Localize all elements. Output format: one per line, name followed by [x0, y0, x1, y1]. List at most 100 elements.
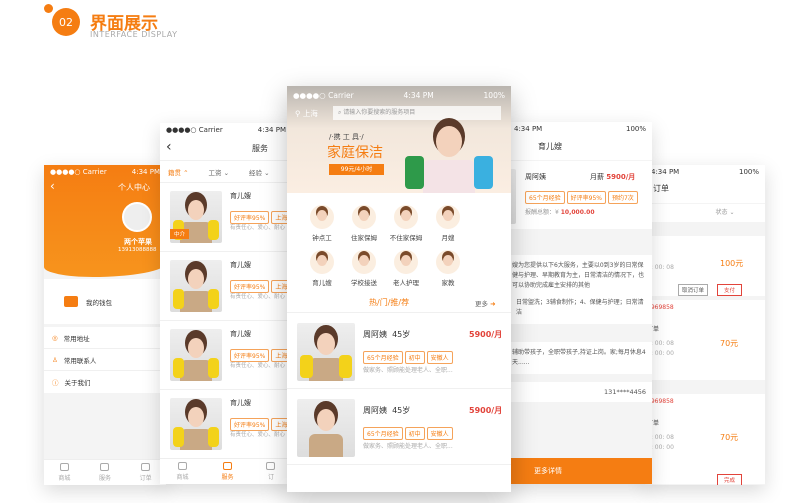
menu-label: 常用地址 [63, 334, 90, 343]
tab-label: 订单 [139, 475, 152, 482]
status-filter[interactable]: 状态 ⌄ [645, 204, 765, 222]
section-title: 热/门/推/荐 [369, 298, 410, 307]
category-label: 育儿嫂 [312, 279, 332, 287]
total: 报酬总额：¥ 10,000.00 [525, 207, 595, 216]
section-subtitle: INTERFACE DISPLAY [90, 30, 178, 39]
tab-mall[interactable]: 商城 [58, 463, 70, 482]
more-label: 更多 [475, 300, 488, 308]
complete-button[interactable]: 完成 [717, 474, 743, 485]
category-icon [436, 250, 460, 274]
location-icon: ◎ [52, 333, 58, 342]
orders-screen: 4:34 PM 100% 订单 状态 ⌄ 8: 00: 08 100元 取消订单 … [645, 165, 765, 485]
more-details-button[interactable]: 更多详情 [508, 458, 652, 484]
name: 周阿姨 [363, 406, 387, 415]
service-list-screen: ●●●●○ Carrier 4:34 PM ‹ 服务 籍贯 ⌃ 工资 ⌄ 经验 ⌄… [160, 123, 292, 484]
back-icon[interactable]: ‹ [166, 139, 172, 155]
tab-service[interactable]: 服务 [99, 463, 111, 482]
worker-price: 5900/月 [469, 406, 503, 415]
category-label: 学校接送 [351, 279, 377, 287]
name: 周阿姨 [363, 330, 387, 339]
screen-title: 服务 [252, 144, 268, 153]
home-screen: ●●●●○ Carrier 4:34 PM 100% ⚲ 上海 ⌕ 请输入你要搜索的… [287, 86, 511, 492]
category-item[interactable]: 住家保姆 [343, 205, 385, 242]
tab-orders[interactable]: 订 [266, 462, 276, 481]
order-item[interactable]: 8: 00: 08 100元 取消订单 支付 [645, 236, 765, 296]
order-item[interactable]: 6969858 订单 8: 00: 08 0: 00: 00 70元 [645, 300, 765, 380]
list-item[interactable]: 育儿嫂 好评率95% 上海 有责任心、爱心、耐心 [160, 321, 292, 390]
tab-orders[interactable]: 订单 [140, 463, 152, 482]
list-item[interactable]: 育儿嫂 好评率95% 上海 有责任心、爱心、耐心 [160, 390, 292, 459]
wallet-button[interactable]: 我的钱包 [44, 279, 166, 324]
worker-photo [170, 260, 222, 312]
contact-phone: 131****4456 [508, 382, 652, 403]
filter-origin[interactable]: 籍贯 ⌃ [168, 167, 189, 177]
nanny-detail-screen: 4:34 PM 100% 育儿嫂 周阿姨 月薪 5900/月 65个月经验 好评率9… [508, 122, 652, 484]
category-label: 月嫂 [441, 234, 455, 242]
time: 4:34 PM [514, 125, 543, 133]
worker-photo [170, 398, 222, 450]
order-price: 70元 [720, 339, 739, 348]
category-item[interactable]: 钟点工 [301, 205, 343, 242]
home-icon [177, 462, 187, 470]
back-icon[interactable]: ‹ [50, 179, 55, 193]
filter-experience[interactable]: 经验 ⌄ [249, 167, 270, 177]
screen-title: 订单 [653, 184, 669, 193]
order-price: 70元 [720, 433, 739, 442]
list-item[interactable]: 中介 育儿嫂 好评率95% 上海 有责任心、爱心、耐心 [160, 183, 292, 252]
time: 4:34 PM [403, 90, 434, 100]
menu-label: 关于我们 [64, 379, 91, 387]
tag: 安徽人 [426, 351, 453, 364]
pay-button[interactable]: 支付 [717, 284, 743, 296]
category-icon [436, 205, 460, 229]
age: 45岁 [392, 406, 411, 415]
menu-contacts[interactable]: ♙ 常用联系人 [44, 349, 166, 371]
tab-bar: 商城 服务 订 [160, 458, 292, 484]
worker-title: 育儿嫂 [230, 399, 251, 407]
tags: 65个月经验 初中 安徽人 [363, 421, 455, 440]
cancel-order-button[interactable]: 取消订单 [678, 284, 709, 296]
category-label: 钟点工 [312, 234, 332, 242]
city-selector[interactable]: ⚲ 上海 [295, 108, 318, 119]
avatar[interactable] [122, 202, 152, 232]
worker-card[interactable]: 周阿姨 45岁 5900/月 65个月经验 初中 安徽人 做家务、照顾能处理老人、全… [287, 313, 511, 389]
menu-about[interactable]: ⓘ 关于我们 [44, 371, 166, 393]
order-item[interactable]: 6969858 订单 8: 00: 08 0: 00: 00 70元 完成 [645, 394, 765, 485]
worker-price: 5900/月 [469, 330, 503, 339]
category-icon [394, 205, 418, 229]
category-item[interactable]: 老人护理 [385, 250, 427, 287]
category-item[interactable]: 月嫂 [427, 205, 469, 242]
worker-desc: 有责任心、爱心、耐心 [230, 294, 286, 300]
category-label: 家教 [441, 279, 455, 287]
service-description: 嫂为您提供以下6大服务，主要以0到3岁的日常保健与护理、早期教育为主，日常清洁的… [512, 262, 645, 290]
person-icon: ♙ [52, 355, 58, 364]
category-item[interactable]: 育儿嫂 [301, 250, 343, 287]
grid-icon [100, 463, 110, 471]
worker-desc: 有责任心、爱心、耐心 [230, 363, 286, 369]
filter-salary[interactable]: 工资 ⌄ [209, 167, 230, 177]
category-item[interactable]: 学校接送 [343, 250, 385, 287]
menu-address[interactable]: ◎ 常用地址 [44, 327, 166, 349]
time: 4:34 PM [257, 126, 286, 134]
tab-service[interactable]: 服务 [221, 462, 234, 481]
tab-bar: 商城 服务 订单 [44, 459, 166, 485]
tab-label: 服务 [98, 475, 111, 482]
tag: 安徽人 [426, 427, 453, 440]
home-icon [59, 463, 69, 471]
list-item[interactable]: 育儿嫂 好评率95% 上海 有责任心、爱心、耐心 [160, 252, 292, 321]
more-link[interactable]: 更多 ➜ [475, 298, 496, 308]
user-name: 两个苹果 [124, 238, 152, 246]
user-phone: 13913088888 [118, 247, 157, 253]
tag: 预约7次 [607, 191, 638, 204]
wallet-label: 我的钱包 [86, 298, 112, 307]
tab-mall[interactable]: 商城 [176, 462, 189, 481]
battery: 100% [625, 125, 646, 133]
salary-value: 5900/月 [606, 173, 636, 181]
wallet-icon [64, 296, 78, 307]
category-label: 住家保姆 [351, 234, 377, 242]
tag: 65个月经验 [363, 427, 403, 440]
category-item[interactable]: 不住家保姆 [385, 205, 427, 242]
banner-price-button[interactable]: 99元/4小时 [329, 164, 384, 175]
worker-card[interactable]: 周阿姨 45岁 5900/月 65个月经验 初中 安徽人 做家务、照顾能处理老人、全… [287, 389, 511, 465]
category-item[interactable]: 家教 [427, 250, 469, 287]
category-icon [352, 250, 376, 274]
